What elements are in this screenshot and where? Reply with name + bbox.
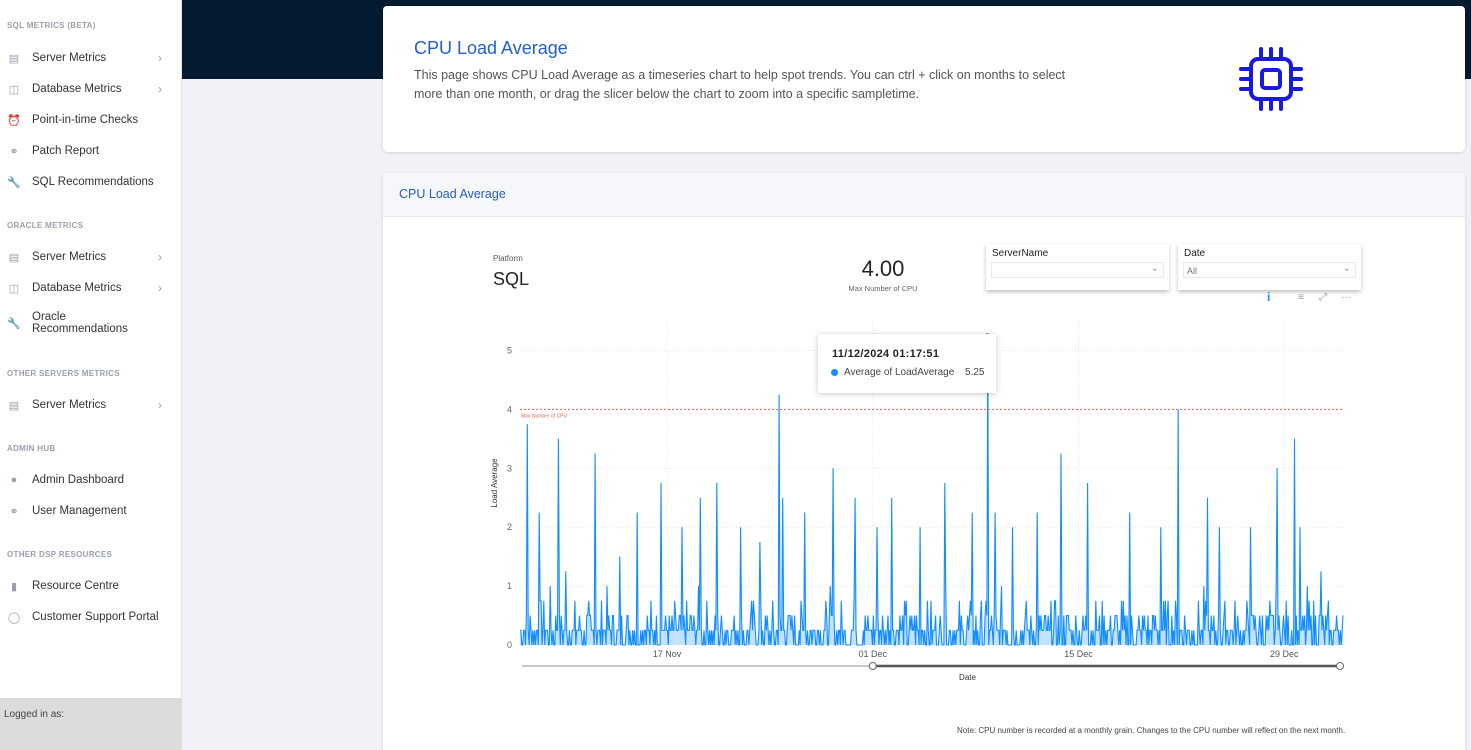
sidebar-section-heading: ADMIN HUB (7, 444, 56, 453)
sidebar-item-resource-centre[interactable]: ▮ Resource Centre (0, 575, 182, 597)
visual-header-toolbar: i ≡ ⤢ ··· (1259, 290, 1359, 308)
sidebar-item-label: Resource Centre (32, 580, 119, 592)
max-cpu-card-label: Max Number of CPU (848, 284, 918, 293)
filter-icon[interactable]: ≡ (1298, 292, 1304, 303)
sidebar-item-patch-report[interactable]: ⚭ Patch Report (0, 140, 182, 162)
sidebar-item-user-management[interactable]: ⚭ User Management (0, 500, 182, 522)
sidebar-item-label: Database Metrics (32, 83, 122, 95)
chevron-down-icon: ⌄ (1150, 263, 1159, 274)
sidebar-item-server-metrics[interactable]: ▤ Server Metrics › (0, 246, 182, 268)
users-icon: ⚭ (9, 505, 19, 518)
chart-tooltip: 11/12/2024 01:17:51 Average of LoadAvera… (818, 334, 996, 393)
slicer-value: All (1187, 266, 1198, 276)
chevron-down-icon: ⌄ (1342, 263, 1351, 274)
sidebar-item-server-metrics[interactable]: ▤ Server Metrics › (0, 47, 182, 69)
date-slider-end-handle[interactable] (1336, 662, 1344, 670)
y-tick-label: 0 (507, 640, 512, 650)
database-icon: ◫ (8, 83, 20, 96)
sidebar: SQL METRICS (BETA) ▤ Server Metrics › ◫ Datab… (0, 0, 182, 750)
cpu-chip-icon (1239, 47, 1303, 111)
slicer-title: ServerName (992, 248, 1049, 259)
logged-in-panel: Logged in as: (0, 698, 182, 750)
x-axis-title: Date (959, 673, 976, 682)
bar-chart-icon: ▮ (10, 580, 18, 593)
platform-card-label: Platform (493, 254, 523, 263)
chart-card-header: CPU Load Average (383, 173, 1465, 217)
tooltip-value: 5.25 (965, 367, 985, 378)
sidebar-item-label: SQL Recommendations (32, 176, 154, 188)
chevron-right-icon: › (158, 398, 162, 412)
sidebar-section-heading: OTHER SERVERS METRICS (7, 369, 120, 378)
servername-dropdown[interactable]: ⌄ (991, 262, 1164, 278)
info-icon[interactable]: i (1267, 290, 1270, 304)
sidebar-section-heading: OTHER DSP RESOURCES (7, 550, 113, 559)
server-icon: ▤ (8, 251, 20, 264)
chevron-right-icon: › (158, 281, 162, 295)
sidebar-item-oracle-recommendations[interactable]: 🔧 Oracle Recommendations (0, 308, 182, 338)
platform-card-value: SQL (493, 269, 530, 289)
chat-icon: ◯ (7, 611, 21, 624)
info-card: CPU Load Average This page shows CPU Loa… (383, 6, 1465, 152)
x-tick-label: 01 Dec (858, 649, 887, 659)
sidebar-item-label: Point-in-time Checks (32, 114, 139, 126)
slicer-title: Date (1184, 248, 1206, 259)
chevron-right-icon: › (158, 250, 162, 264)
x-tick-label: 17 Nov (653, 649, 682, 659)
sidebar-item-label: Server Metrics (32, 251, 107, 263)
server-icon: ▤ (8, 52, 20, 65)
tooltip-series-name: Average of LoadAverage (844, 367, 955, 378)
sidebar-item-label: Oracle Recommendations (32, 311, 128, 335)
server-icon: ▤ (8, 399, 20, 412)
sidebar-item-database-metrics[interactable]: ◫ Database Metrics › (0, 277, 182, 299)
focus-mode-icon[interactable]: ⤢ (1319, 292, 1327, 303)
y-tick-label: 4 (507, 404, 512, 414)
series-legend-dot (831, 369, 838, 376)
sidebar-item-label: Database Metrics (32, 282, 122, 294)
sidebar-item-label: Server Metrics (32, 52, 107, 64)
sidebar-item-sql-recommendations[interactable]: 🔧 SQL Recommendations (0, 171, 182, 193)
date-dropdown[interactable]: All ⌄ (1183, 262, 1356, 278)
sidebar-item-database-metrics[interactable]: ◫ Database Metrics › (0, 78, 182, 100)
sidebar-item-label: Admin Dashboard (32, 474, 125, 486)
sidebar-item-admin-dashboard[interactable]: ● Admin Dashboard (0, 469, 182, 491)
y-tick-label: 5 (507, 345, 512, 355)
user-icon: ● (10, 474, 18, 486)
sidebar-section-heading: ORACLE METRICS (7, 221, 84, 230)
more-options-icon[interactable]: ··· (1341, 292, 1351, 303)
sidebar-item-customer-support-portal[interactable]: ◯ Customer Support Portal (0, 606, 182, 628)
sidebar-item-label: User Management (32, 505, 127, 517)
y-tick-label: 3 (507, 463, 512, 473)
alarm-clock-icon: ⏰ (7, 114, 21, 127)
wrench-icon: 🔧 (7, 317, 21, 330)
sidebar-item-label: Patch Report (32, 145, 100, 157)
max-cpu-card-value: 4.00 (861, 256, 905, 281)
date-slider-start-handle[interactable] (868, 662, 877, 670)
y-axis-title: Load Average (490, 458, 499, 508)
tooltip-date: 11/12/2024 01:17:51 (832, 348, 940, 360)
chart-card: CPU Load Average Platform SQL 4.00 Max N… (383, 173, 1465, 750)
page-description: This page shows CPU Load Average as a ti… (414, 68, 1066, 101)
y-tick-label: 1 (507, 581, 512, 591)
date-slicer: Date All ⌄ (1178, 244, 1361, 290)
chart-card-title: CPU Load Average (399, 187, 506, 201)
servername-slicer: ServerName ⌄ (986, 244, 1169, 290)
wrench-icon: 🔧 (7, 176, 21, 189)
sidebar-item-server-metrics[interactable]: ▤ Server Metrics › (0, 394, 182, 416)
sidebar-item-label: Customer Support Portal (32, 611, 159, 623)
sidebar-item-point-in-time-checks[interactable]: ⏰ Point-in-time Checks (0, 109, 182, 131)
page-title: CPU Load Average (414, 38, 568, 58)
footnote: Note: CPU number is recorded at a monthl… (957, 726, 1346, 735)
reference-line-label: Max Number of CPU (521, 413, 568, 419)
database-icon: ◫ (8, 282, 20, 295)
bandage-icon: ⚭ (9, 145, 19, 158)
x-tick-label: 15 Dec (1064, 649, 1093, 659)
sidebar-section-heading: SQL METRICS (BETA) (7, 21, 96, 30)
chevron-right-icon: › (158, 51, 162, 65)
chevron-right-icon: › (158, 82, 162, 96)
x-tick-label: 29 Dec (1270, 649, 1299, 659)
y-tick-label: 2 (507, 522, 512, 532)
sidebar-item-label: Server Metrics (32, 399, 107, 411)
